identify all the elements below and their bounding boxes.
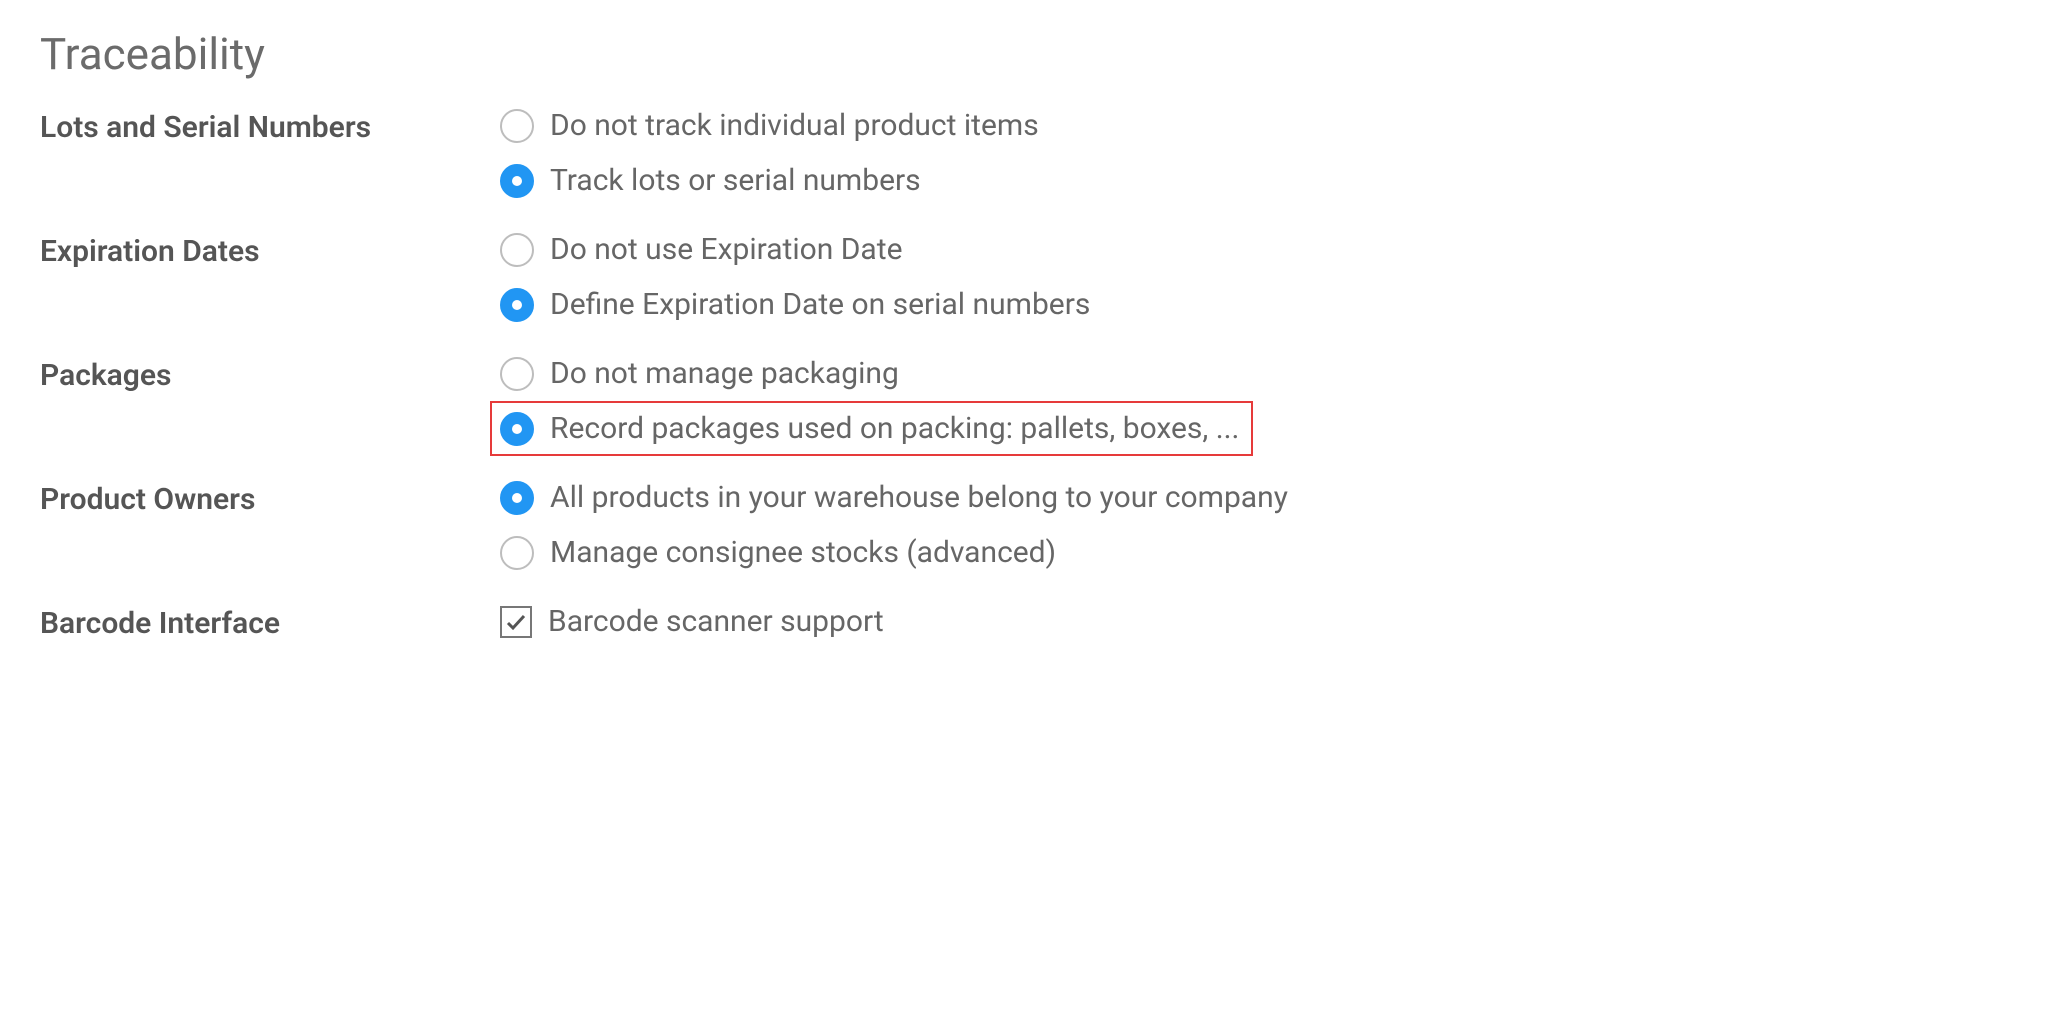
radio-expiration-none[interactable]: Do not use Expiration Date bbox=[500, 232, 1090, 267]
setting-packages: Packages Do not manage packaging Record … bbox=[40, 356, 2018, 446]
radio-label: Track lots or serial numbers bbox=[550, 163, 921, 198]
radio-label: Do not use Expiration Date bbox=[550, 232, 902, 267]
radio-label: All products in your warehouse belong to… bbox=[550, 480, 1288, 515]
radio-icon bbox=[500, 233, 534, 267]
radio-lots-no-track[interactable]: Do not track individual product items bbox=[500, 108, 1039, 143]
checkbox-icon bbox=[500, 606, 532, 638]
radio-icon bbox=[500, 357, 534, 391]
setting-label-barcode: Barcode Interface bbox=[40, 604, 500, 641]
radio-label: Do not manage packaging bbox=[550, 356, 899, 391]
setting-label-lots-serial: Lots and Serial Numbers bbox=[40, 108, 500, 145]
radio-packages-none[interactable]: Do not manage packaging bbox=[500, 356, 1239, 391]
radio-icon bbox=[500, 481, 534, 515]
checkbox-label: Barcode scanner support bbox=[548, 604, 884, 639]
radio-lots-track[interactable]: Track lots or serial numbers bbox=[500, 163, 1039, 198]
setting-options-packages: Do not manage packaging Record packages … bbox=[500, 356, 1239, 446]
setting-label-packages: Packages bbox=[40, 356, 500, 393]
radio-label: Record packages used on packing: pallets… bbox=[550, 411, 1239, 446]
section-title: Traceability bbox=[40, 28, 2018, 80]
setting-options-product-owners: All products in your warehouse belong to… bbox=[500, 480, 1288, 570]
radio-owners-consignee[interactable]: Manage consignee stocks (advanced) bbox=[500, 535, 1288, 570]
checkbox-barcode-support[interactable]: Barcode scanner support bbox=[500, 604, 884, 639]
radio-label: Do not track individual product items bbox=[550, 108, 1039, 143]
radio-icon bbox=[500, 536, 534, 570]
radio-icon bbox=[500, 109, 534, 143]
radio-owners-company[interactable]: All products in your warehouse belong to… bbox=[500, 480, 1288, 515]
setting-options-lots-serial: Do not track individual product items Tr… bbox=[500, 108, 1039, 198]
setting-lots-serial: Lots and Serial Numbers Do not track ind… bbox=[40, 108, 2018, 198]
radio-icon bbox=[500, 164, 534, 198]
radio-icon bbox=[500, 288, 534, 322]
setting-barcode: Barcode Interface Barcode scanner suppor… bbox=[40, 604, 2018, 641]
setting-options-barcode: Barcode scanner support bbox=[500, 604, 884, 639]
setting-expiration: Expiration Dates Do not use Expiration D… bbox=[40, 232, 2018, 322]
radio-packages-record[interactable]: Record packages used on packing: pallets… bbox=[490, 401, 1253, 456]
check-icon bbox=[504, 610, 528, 634]
radio-expiration-define[interactable]: Define Expiration Date on serial numbers bbox=[500, 287, 1090, 322]
radio-label: Define Expiration Date on serial numbers bbox=[550, 287, 1090, 322]
setting-label-product-owners: Product Owners bbox=[40, 480, 500, 517]
radio-icon bbox=[500, 412, 534, 446]
setting-label-expiration: Expiration Dates bbox=[40, 232, 500, 269]
radio-label: Manage consignee stocks (advanced) bbox=[550, 535, 1056, 570]
setting-options-expiration: Do not use Expiration Date Define Expira… bbox=[500, 232, 1090, 322]
setting-product-owners: Product Owners All products in your ware… bbox=[40, 480, 2018, 570]
